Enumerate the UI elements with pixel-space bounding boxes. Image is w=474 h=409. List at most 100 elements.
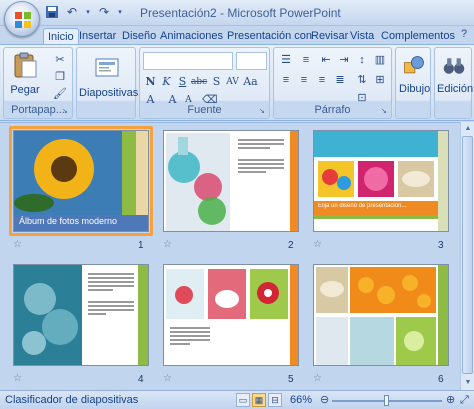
normal-view-icon[interactable]: ▭ [236,393,250,407]
italic-icon[interactable]: K [159,74,174,90]
slideshow-view-icon[interactable]: ⊟ [268,393,282,407]
slide-thumbnail-6[interactable] [313,264,449,366]
bullets-icon[interactable]: ☰ [278,52,294,68]
tab-animaciones[interactable]: Animaciones [156,28,227,45]
tab-complementos[interactable]: Complementos [377,28,459,45]
shadow-icon[interactable]: S [209,74,224,90]
vertical-scrollbar[interactable]: ▲ ▼ [460,122,474,390]
group-parrafo: ☰ ≡ ⇤ ⇥ ↕ ▥ ≡ ≡ ≡ ≣ ⇅ ⊞ ⊡ Párrafo ↘ [273,47,392,119]
group-diapositivas: Diapositivas [76,47,139,119]
slide-number-3: 3 [438,240,444,251]
slide-2-text-top [238,139,284,151]
align-left-icon[interactable]: ≡ [278,72,294,88]
tab-insertar[interactable]: Insertar [75,28,120,45]
slide-number-1: 1 [138,240,144,251]
paste-button[interactable]: Pegar [7,51,43,96]
slide-thumbnail-3[interactable]: Elija un diseño de presentación... [313,130,449,232]
fit-window-icon[interactable]: ⤢ [460,394,469,406]
group-dibujo: Dibujo [395,47,431,119]
group-edicion: Edición [434,47,473,119]
copy-icon[interactable]: ❐ [52,69,68,85]
slide-1-title: Álbum de fotos moderno [19,216,118,226]
slide-transition-icon[interactable]: ☆ [163,239,172,250]
customize-icon[interactable]: ▾ [116,5,124,20]
strikethrough-icon[interactable]: abc [191,74,207,90]
group-label-fuente: Fuente [187,104,222,116]
underline-icon[interactable]: S [175,74,190,90]
binoculars-icon [443,58,465,74]
slide-transition-icon[interactable]: ☆ [163,373,172,384]
ribbon: Pegar ✂ ❐ 🖌 Portapap... ↘ Diapositivas N… [0,44,474,121]
slide-transition-icon[interactable]: ☆ [13,239,22,250]
font-name-combo[interactable] [143,52,233,70]
zoom-slider-thumb[interactable] [384,395,389,406]
align-text-icon[interactable]: ⊞ [372,72,388,88]
slide-3-art [314,131,448,231]
format-painter-icon[interactable]: 🖌 [52,86,68,102]
paste-label: Pegar [10,84,40,96]
spacing-icon[interactable]: AV [225,74,240,90]
align-right-icon[interactable]: ≡ [314,72,330,88]
undo-icon[interactable]: ↶ [64,5,80,20]
slide-3-caption: Elija un diseño de presentación... [318,203,407,209]
tab-presentacion[interactable]: Presentación con [223,28,316,45]
slide-thumbnail-1[interactable]: Álbum de fotos moderno [13,130,149,232]
new-slide-button[interactable]: Diapositivas [79,54,139,99]
slide-number-6: 6 [438,374,444,385]
save-icon[interactable] [44,5,60,20]
bold-icon[interactable]: N [143,74,158,90]
change-case-icon[interactable]: Aa [243,74,258,90]
slide-transition-icon[interactable]: ☆ [313,239,322,250]
font-launcher-icon[interactable]: ↘ [259,108,267,116]
slide-6-art [314,265,448,365]
increase-indent-icon[interactable]: ⇥ [336,52,352,68]
slide-transition-icon[interactable]: ☆ [313,373,322,384]
dialog-launcher-icon[interactable]: ↘ [62,108,70,116]
scroll-thumb[interactable] [462,136,473,374]
title-bar: ↶ ▾ ↷ ▾ Presentación2 - Microsoft PowerP… [0,0,474,26]
slide-number-5: 5 [288,374,294,385]
slide-transition-icon[interactable]: ☆ [13,373,22,384]
justify-icon[interactable]: ≣ [332,72,348,88]
text-direction-icon[interactable]: ⇅ [354,72,370,88]
slide-number-4: 4 [138,374,144,385]
editing-button[interactable]: Edición [437,54,473,95]
drawing-button[interactable]: Dibujo [399,54,431,95]
cut-icon[interactable]: ✂ [52,52,68,68]
scroll-down-icon[interactable]: ▼ [461,376,474,389]
window-title: Presentación2 - Microsoft PowerPoint [140,6,341,20]
decrease-indent-icon[interactable]: ⇤ [318,52,334,68]
zoom-level: 66% [290,394,313,406]
drawing-label: Dibujo [399,83,431,95]
tab-diseno[interactable]: Diseño [118,28,160,45]
zoom-out-icon[interactable]: ⊖ [320,394,329,406]
customize-dropdown-icon[interactable]: ▾ [84,5,92,20]
shapes-icon [404,56,424,74]
help-icon[interactable]: ? [456,28,472,42]
slide-thumbnail-2[interactable] [163,130,299,232]
scroll-up-icon[interactable]: ▲ [461,122,474,135]
redo-icon[interactable]: ↷ [96,5,112,20]
slide-number-2: 2 [288,240,294,251]
slide-4-text-middle [88,301,134,317]
slide-thumbnail-5[interactable] [163,264,299,366]
line-spacing-icon[interactable]: ↕ [354,52,370,68]
numbering-icon[interactable]: ≡ [298,52,314,68]
slide-sorter-view-icon[interactable]: ▦ [252,393,266,407]
font-size-combo[interactable] [236,52,267,70]
new-slide-icon [95,58,119,77]
tab-inicio[interactable]: Inicio [43,28,79,45]
slides-label: Diapositivas [79,87,139,99]
group-fuente: N K S abc S AV Aa A A A ⌫ Fuente ↘ [139,47,270,119]
zoom-in-icon[interactable]: ⊕ [446,394,455,406]
align-center-icon[interactable]: ≡ [296,72,312,88]
columns-icon[interactable]: ▥ [372,52,388,68]
slide-thumbnail-4[interactable] [13,264,149,366]
office-button[interactable] [4,1,40,37]
tab-vista[interactable]: Vista [346,28,378,45]
paragraph-launcher-icon[interactable]: ↘ [381,108,389,116]
slide-5-art [164,265,298,365]
status-bar: Clasificador de diapositivas ▭ ▦ ⊟ 66% ⊖… [0,390,474,409]
slide-2-text-middle [238,159,284,175]
ribbon-tabs: Inicio Insertar Diseño Animaciones Prese… [0,26,474,45]
